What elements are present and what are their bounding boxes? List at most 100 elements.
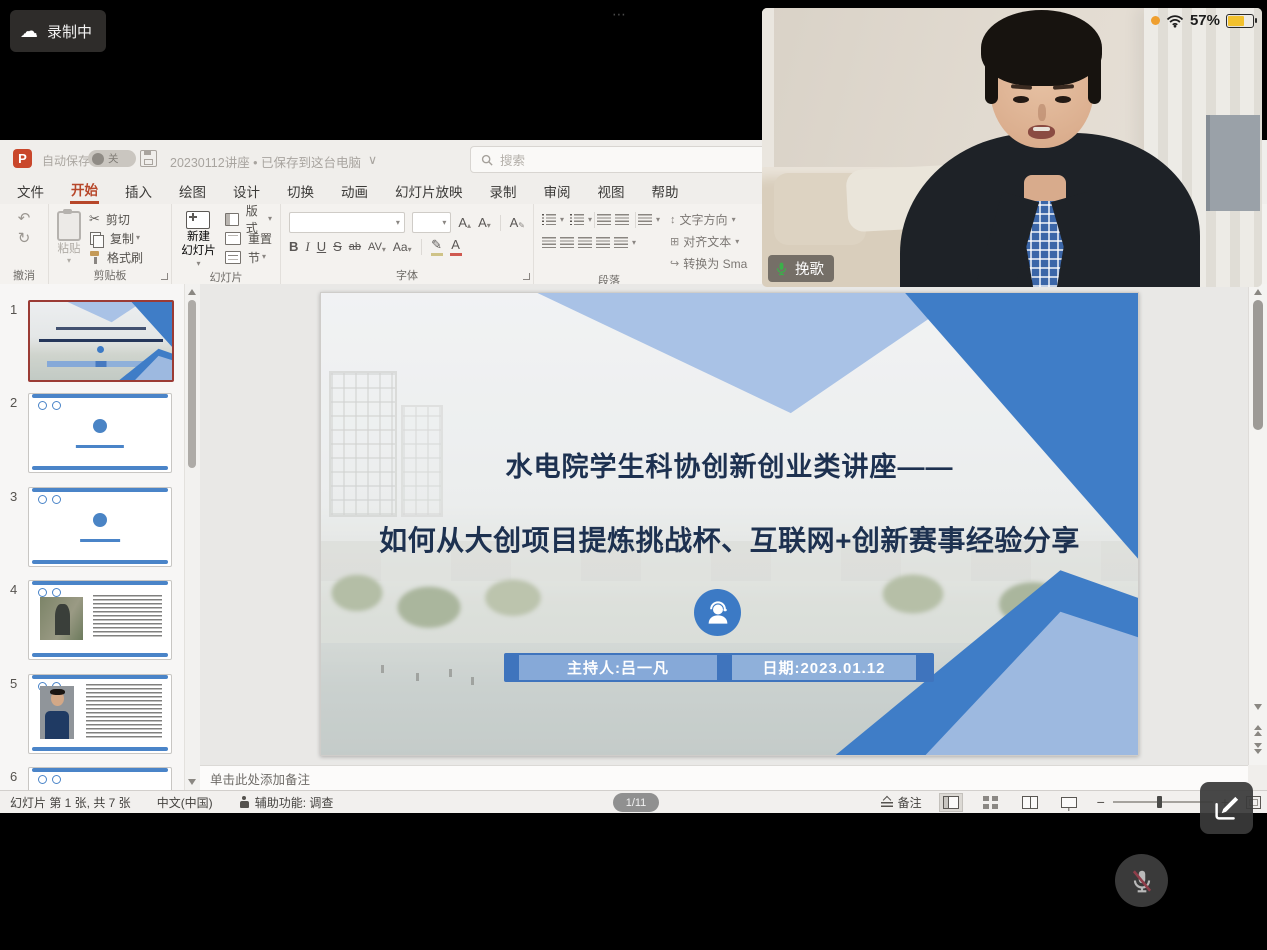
italic-button[interactable]: I [305,240,309,254]
strikethrough-button[interactable]: S [333,240,342,254]
font-size-select[interactable]: ▾ [412,212,452,233]
previous-slide-icon[interactable] [1254,725,1262,737]
shrink-font-button[interactable]: A▾ [478,216,491,230]
annotation-pen-button[interactable] [1200,782,1253,834]
normal-view-button[interactable] [939,793,963,812]
save-icon[interactable] [140,150,157,167]
toggle-knob-icon [92,153,104,165]
reset-button[interactable]: 重置 [225,230,272,246]
tab-insert[interactable]: 插入 [124,177,153,204]
person-hair [985,60,998,104]
tab-slideshow[interactable]: 幻灯片放映 [394,177,464,204]
thumb-number-5: 5 [10,676,17,691]
numbering-icon[interactable] [570,214,584,225]
copy-button[interactable]: 复制 ▾ [89,230,143,246]
font-color-button[interactable]: A [450,238,462,256]
editor-scroll-down-icon[interactable] [1254,704,1262,710]
webcam-video[interactable]: 57% 挽歌 [762,8,1262,287]
layout-button[interactable]: 版式 ▾ [225,211,272,227]
align-text-button[interactable]: ⊞ 对齐文本 ▾ [670,233,747,250]
copy-icon [90,232,101,245]
autosave-toggle[interactable]: 关 [88,150,136,167]
thumbnail-scrollbar[interactable] [184,284,200,790]
align-right-icon[interactable] [578,237,592,248]
editor-scrollbar-thumb[interactable] [1253,300,1263,430]
line-spacing-icon[interactable] [638,214,652,225]
notes-pane[interactable]: 单击此处添加备注 [200,765,1248,790]
decrease-indent-icon[interactable] [597,214,611,225]
align-left-icon[interactable] [542,237,556,248]
undo-icon[interactable]: ↶ [18,211,31,227]
slide-sorter-view-button[interactable] [980,794,1002,811]
increase-indent-icon[interactable] [615,214,629,225]
paste-button[interactable]: 粘贴 ▾ [57,211,81,267]
slide-thumbnail-6[interactable] [28,767,172,790]
character-spacing-button[interactable]: AV▾ [368,240,386,254]
zoom-slider[interactable] [1113,801,1213,803]
slideshow-view-button[interactable] [1058,795,1080,810]
justify-icon[interactable] [596,237,610,248]
slide-thumbnail-3[interactable] [28,487,172,567]
tab-transitions[interactable]: 切换 [286,177,315,204]
section-button[interactable]: 节 ▾ [225,249,272,265]
recording-badge[interactable]: ☁ 录制中 [10,10,106,52]
screen: ⋯ ☁ 录制中 P 自动保存 关 20230112讲座 • 已保存到这台电脑 ∨ [0,0,1267,950]
accessibility-status[interactable]: 辅助功能: 调查 [239,794,334,811]
text-direction-button[interactable]: ↕ 文字方向 ▾ [670,211,747,228]
scroll-down-icon[interactable] [188,779,196,785]
tab-draw[interactable]: 绘图 [178,177,207,204]
bullets-icon[interactable] [542,214,556,225]
screen-top-dots: ⋯ [612,6,629,23]
grow-font-button[interactable]: A▴ [458,216,471,230]
tab-view[interactable]: 视图 [597,177,626,204]
font-name-select[interactable]: ▾ [289,212,405,233]
thumbnail-scrollbar-thumb[interactable] [188,300,196,468]
tab-record[interactable]: 录制 [489,177,518,204]
clipboard-dialog-launcher-icon[interactable] [161,273,168,280]
slide-thumbnail-1[interactable] [28,300,174,382]
cut-button[interactable]: ✂ 剪切 [89,211,143,227]
zoom-out-button[interactable]: − [1097,794,1105,810]
redo-icon[interactable]: ↻ [18,231,31,247]
zoom-slider-thumb[interactable] [1157,796,1162,808]
align-center-icon[interactable] [560,237,574,248]
tab-animations[interactable]: 动画 [340,177,369,204]
next-slide-icon[interactable] [1254,743,1262,755]
slide-thumbnail-5[interactable] [28,674,172,754]
font-dialog-launcher-icon[interactable] [523,273,530,280]
slide-canvas[interactable]: 水电院学生科协创新创业类讲座—— 如何从大创项目提炼挑战杯、互联网+创新赛事经验… [320,292,1139,756]
paste-icon [57,211,81,241]
format-painter-button[interactable]: 格式刷 [89,249,143,265]
search-input[interactable]: 搜索 [470,146,794,173]
tab-review[interactable]: 审阅 [543,177,572,204]
scroll-up-icon[interactable] [188,289,196,295]
wall-picture [1206,115,1260,211]
change-case-button[interactable]: Aa▾ [393,240,412,254]
columns-icon[interactable] [614,237,628,248]
tab-help[interactable]: 帮助 [651,177,680,204]
slide-thumbnail-4[interactable] [28,580,172,660]
editor-scrollbar[interactable] [1248,284,1267,765]
tab-home[interactable]: 开始 [70,177,99,204]
editor-scroll-up-icon[interactable] [1254,289,1262,295]
double-strike-button[interactable]: ab [349,240,361,254]
page-indicator: 1/11 [613,793,659,812]
slide-thumbnail-2[interactable] [28,393,172,473]
tab-design[interactable]: 设计 [232,177,261,204]
participant-name: 挽歌 [795,258,824,279]
convert-smartart-button[interactable]: ↪ 转换为 Sma [670,255,747,272]
clear-formatting-button[interactable]: A✎ [510,216,525,230]
notes-toggle-button[interactable]: 备注 [881,794,922,811]
slide-host-label: 主持人:吕一凡 [519,655,717,680]
underline-button[interactable]: U [317,240,326,254]
highlight-color-button[interactable]: ✎ [431,238,443,256]
new-slide-button[interactable]: 新建 幻灯片 ▾ [180,211,217,269]
reading-view-button[interactable] [1019,794,1041,811]
microphone-muted-button[interactable] [1115,854,1168,907]
powerpoint-logo-icon[interactable]: P [13,149,32,168]
bold-button[interactable]: B [289,240,298,254]
document-title[interactable]: 20230112讲座 • 已保存到这台电脑 ∨ [170,152,377,171]
tab-file[interactable]: 文件 [16,177,45,204]
speaker-avatar-icon [694,589,741,636]
language-status[interactable]: 中文(中国) [157,794,213,811]
